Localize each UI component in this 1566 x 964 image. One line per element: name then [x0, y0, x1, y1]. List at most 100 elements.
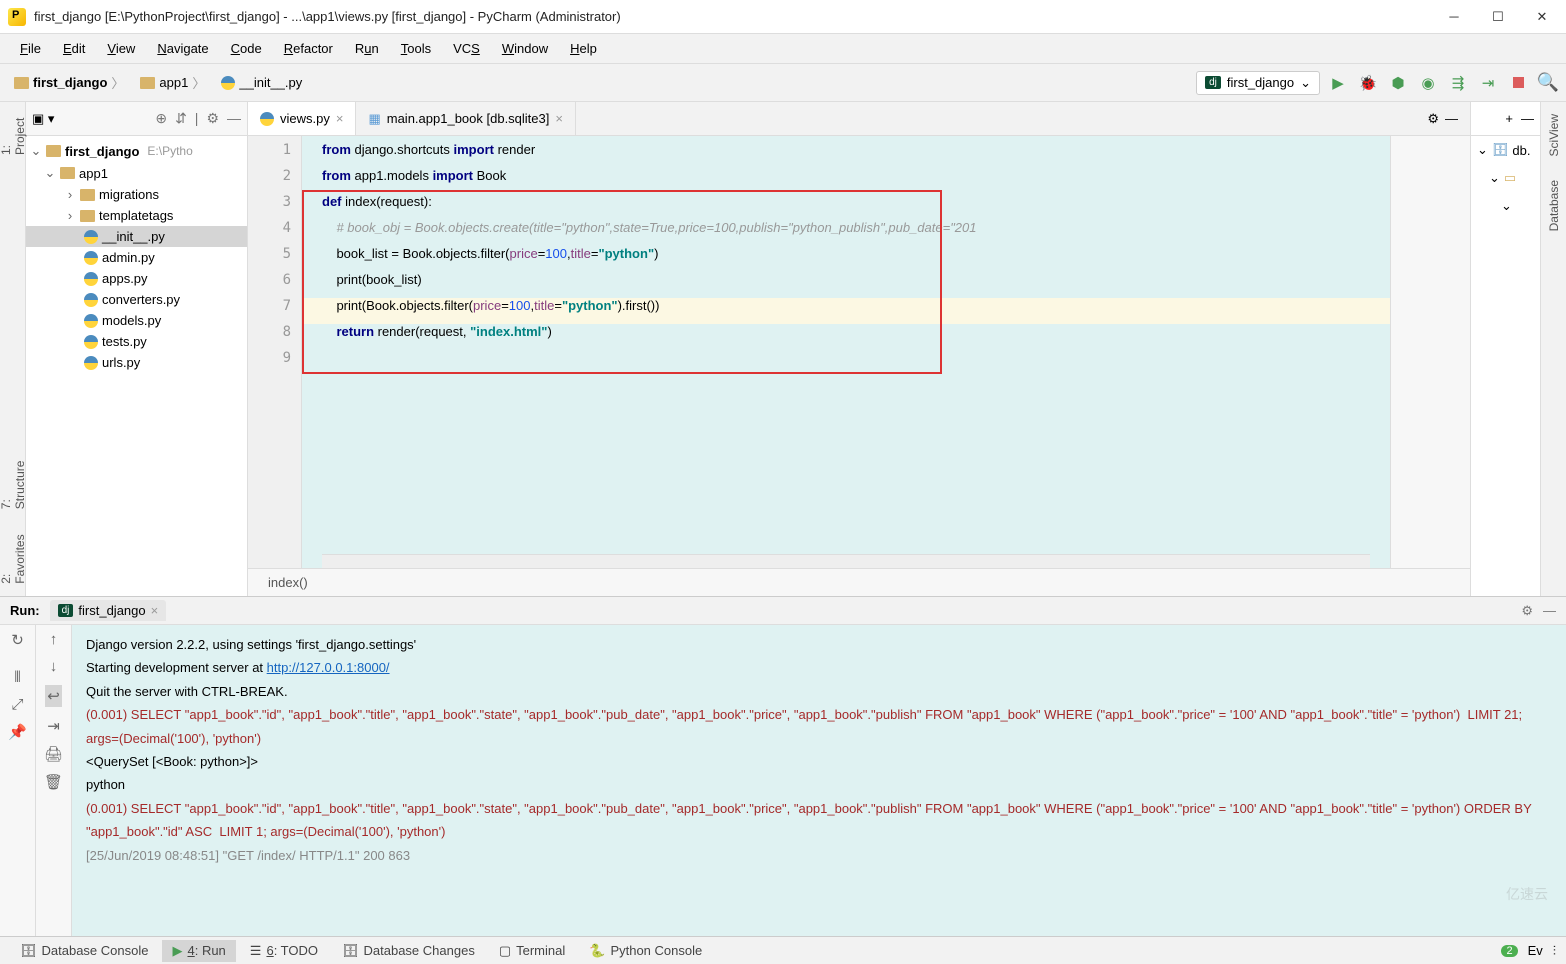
tree-file-models[interactable]: models.py	[26, 310, 247, 331]
maximize-button[interactable]: ☐	[1488, 7, 1508, 27]
menu-help[interactable]: Help	[560, 37, 607, 60]
crumb-first-django[interactable]: first_django〉	[8, 71, 130, 94]
rail-tab-project[interactable]: 1: Project	[0, 102, 31, 167]
attach-button[interactable]: ⇥	[1478, 73, 1498, 93]
crumb-init-py[interactable]: __init__.py	[215, 73, 308, 92]
python-file-icon	[221, 76, 235, 90]
close-button[interactable]: ✕	[1532, 7, 1552, 27]
close-icon[interactable]: ×	[555, 111, 563, 126]
minimize-icon[interactable]: —	[1521, 111, 1534, 126]
sb-database-changes[interactable]: 🗄 Database Changes	[332, 940, 485, 962]
sb-terminal[interactable]: ▢ Terminal	[489, 940, 575, 962]
tree-file-init[interactable]: __init__.py	[26, 226, 247, 247]
clear-button[interactable]: 🗑	[44, 773, 63, 791]
menu-code[interactable]: Code	[221, 37, 272, 60]
run-button[interactable]: ▶	[1328, 73, 1348, 93]
sb-python-console[interactable]: 🐍 Python Console	[579, 940, 712, 962]
tree-file-tests[interactable]: tests.py	[26, 331, 247, 352]
menu-edit[interactable]: Edit	[53, 37, 95, 60]
sb-run[interactable]: ▶ 4: Run	[162, 940, 235, 962]
search-everywhere-button[interactable]: 🔍	[1538, 73, 1558, 93]
profile-button[interactable]: ◉	[1418, 73, 1438, 93]
editor-breadcrumb[interactable]: index()	[248, 568, 1470, 596]
wrap-button[interactable]: ↩	[45, 685, 62, 707]
menu-window[interactable]: Window	[492, 37, 558, 60]
tree-migrations[interactable]: › migrations	[26, 184, 247, 205]
right-tool-rail: SciView Database	[1540, 102, 1566, 596]
code-content[interactable]: from django.shortcuts import render from…	[302, 136, 1390, 568]
close-icon[interactable]: ×	[336, 111, 344, 126]
pin-button[interactable]: 📌	[8, 723, 27, 741]
rail-tab-sciview[interactable]: SciView	[1543, 102, 1565, 168]
rerun-button[interactable]: ↻	[11, 631, 24, 649]
gear-icon[interactable]: ⚙	[206, 110, 219, 127]
menu-tools[interactable]: Tools	[391, 37, 441, 60]
folder-icon	[80, 189, 95, 201]
db-child[interactable]: ⌄▭	[1471, 164, 1540, 192]
titlebar: first_django [E:\PythonProject\first_dja…	[0, 0, 1566, 34]
debug-button[interactable]: 🐞	[1358, 73, 1378, 93]
server-url-link[interactable]: http://127.0.0.1:8000/	[267, 660, 390, 675]
db-node[interactable]: ⌄🗄db.	[1471, 136, 1540, 164]
menu-file[interactable]: File	[10, 37, 51, 60]
tree-templatetags[interactable]: › templatetags	[26, 205, 247, 226]
db-chevron[interactable]: ⌄	[1471, 192, 1540, 220]
tree-app1[interactable]: ⌄ app1	[26, 162, 247, 184]
run-controls: ↻ ⫴ ⤢ 📌	[0, 625, 36, 936]
close-icon[interactable]: ×	[151, 603, 159, 618]
minimap[interactable]	[1390, 136, 1470, 568]
stop-button[interactable]	[1508, 73, 1528, 93]
horizontal-scrollbar[interactable]	[322, 554, 1370, 568]
minimize-panel-button[interactable]: —	[227, 110, 241, 127]
down-button[interactable]: ↓	[50, 658, 58, 675]
console-output[interactable]: Django version 2.2.2, using settings 'fi…	[72, 625, 1566, 936]
add-icon[interactable]: +	[1505, 111, 1513, 126]
event-log-label[interactable]: Ev	[1528, 943, 1543, 958]
tree-file-converters[interactable]: converters.py	[26, 289, 247, 310]
database-icon: 🗄	[20, 943, 37, 959]
run-tab[interactable]: dj first_django ×	[50, 600, 167, 621]
tree-root[interactable]: ⌄ first_django E:\Pytho	[26, 140, 247, 162]
menu-refactor[interactable]: Refactor	[274, 37, 343, 60]
expand-button[interactable]: ⤢	[11, 696, 23, 713]
tree-file-urls[interactable]: urls.py	[26, 352, 247, 373]
gear-icon[interactable]: ⚙	[1521, 603, 1533, 619]
rail-tab-favorites[interactable]: 2: Favorites	[0, 521, 31, 596]
tree-file-admin[interactable]: admin.py	[26, 247, 247, 268]
minimize-icon[interactable]: —	[1543, 603, 1556, 618]
menu-navigate[interactable]: Navigate	[147, 37, 218, 60]
editor-settings[interactable]: ⚙ —	[1415, 102, 1470, 135]
rail-tab-database[interactable]: Database	[1543, 168, 1565, 243]
menu-icon[interactable]: ⫶	[1553, 943, 1556, 959]
menu-vcs[interactable]: VCS	[443, 37, 490, 60]
python-file-icon	[84, 251, 98, 265]
crumb-app1[interactable]: app1〉	[134, 71, 211, 94]
menu-view[interactable]: View	[97, 37, 145, 60]
sb-todo[interactable]: ☰ 6: TODO	[240, 940, 328, 962]
code-editor[interactable]: 1 2 3 4 5 6 7 8 9 from django.shortcuts …	[248, 136, 1470, 568]
minimize-button[interactable]: ─	[1444, 7, 1464, 27]
django-icon: dj	[1205, 76, 1221, 89]
run-tool-window: Run: dj first_django × ⚙ — ↻ ⫴ ⤢ 📌 ↑ ↓ ↩	[0, 596, 1566, 936]
editor-tab-views[interactable]: views.py ×	[248, 102, 356, 135]
project-view-selector[interactable]: ▣ ▾	[32, 111, 54, 127]
menu-run[interactable]: Run	[345, 37, 389, 60]
print-button[interactable]: 🖨	[44, 745, 63, 763]
tree-file-apps[interactable]: apps.py	[26, 268, 247, 289]
editor-tabs: views.py × ▦ main.app1_book [db.sqlite3]…	[248, 102, 1470, 136]
run-config-selector[interactable]: dj first_django ⌄	[1196, 71, 1320, 95]
sb-database-console[interactable]: 🗄 Database Console	[10, 940, 158, 962]
editor-tab-db[interactable]: ▦ main.app1_book [db.sqlite3] ×	[356, 102, 576, 135]
event-count-badge[interactable]: 2	[1501, 945, 1517, 957]
database-icon: 🗄	[342, 943, 359, 959]
run-title: Run:	[10, 603, 40, 618]
layout-button[interactable]: ⫴	[14, 669, 20, 686]
scroll-button[interactable]: ⇥	[47, 717, 60, 735]
project-tree[interactable]: ⌄ first_django E:\Pytho ⌄ app1 › migrati…	[26, 136, 247, 596]
up-button[interactable]: ↑	[50, 631, 58, 648]
rail-tab-structure[interactable]: 7: Structure	[0, 447, 31, 521]
coverage-button[interactable]: ⬢	[1388, 73, 1408, 93]
target-icon[interactable]: ⊕	[155, 110, 167, 127]
concurrency-button[interactable]: ⇶	[1448, 73, 1468, 93]
expand-icon[interactable]: ⇵	[175, 110, 187, 127]
